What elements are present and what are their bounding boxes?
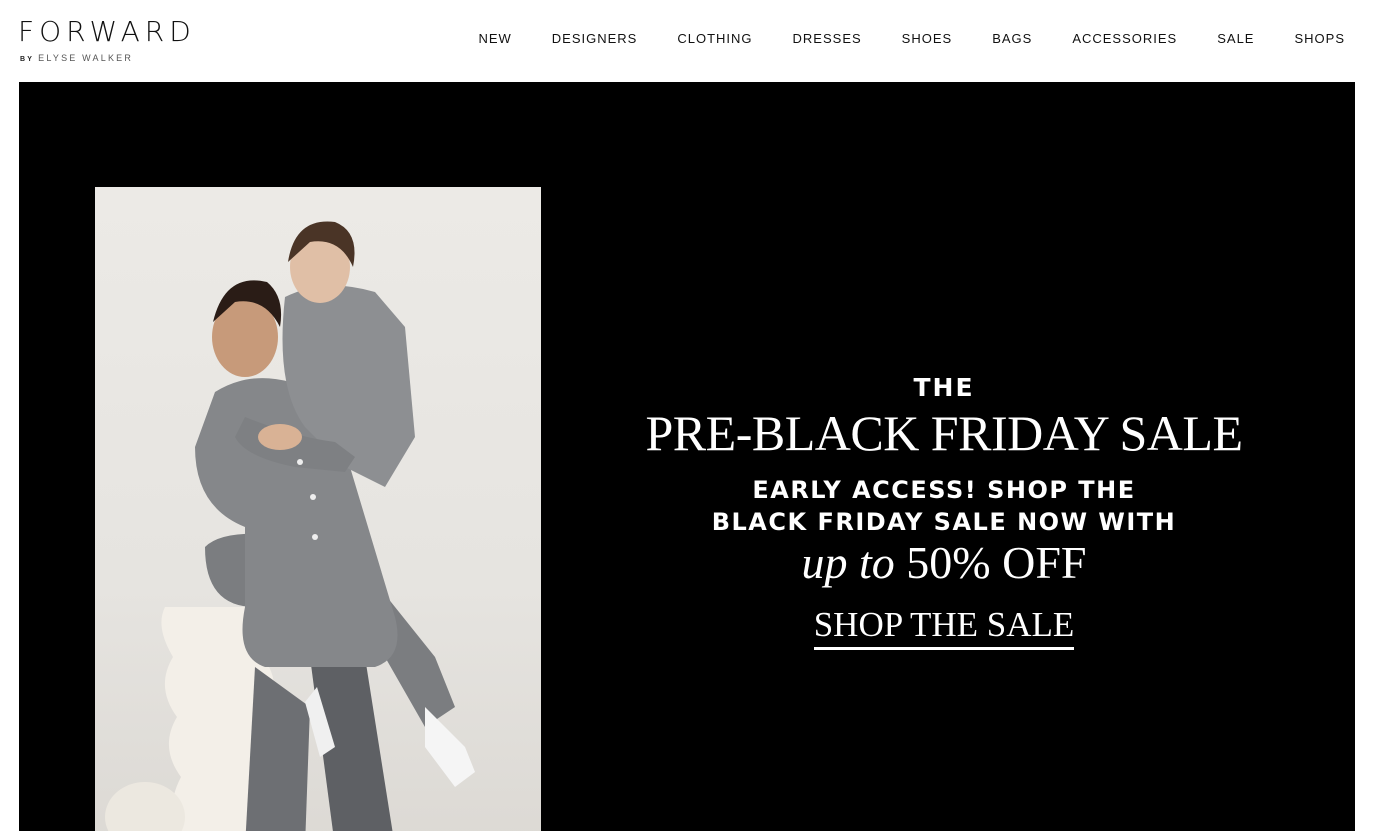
nav-item-dresses[interactable]: DRESSES: [773, 30, 882, 48]
nav-item-new[interactable]: NEW: [458, 30, 531, 48]
nav-item-shops[interactable]: SHOPS: [1274, 30, 1345, 48]
hero-photo-illustration: [105, 221, 475, 831]
hero-offer-prefix: up to: [801, 537, 895, 588]
logo-sub-name: ELYSE WALKER: [38, 53, 134, 63]
logo-by: BY: [20, 56, 35, 63]
hero-copy: THE PRE-BLACK FRIDAY SALE EARLY ACCESS! …: [594, 372, 1294, 650]
hero-photo[interactable]: [95, 187, 541, 831]
main-nav: NEW DESIGNERS CLOTHING DRESSES SHOES BAG…: [458, 30, 1345, 48]
nav-item-accessories[interactable]: ACCESSORIES: [1052, 30, 1197, 48]
hero-offer-value: 50% OFF: [906, 537, 1087, 588]
nav-item-sale[interactable]: SALE: [1197, 30, 1274, 48]
hero-banner[interactable]: THE PRE-BLACK FRIDAY SALE EARLY ACCESS! …: [19, 82, 1355, 831]
hero-subtitle-line-1: EARLY ACCESS! SHOP THE: [752, 476, 1136, 504]
brand-logo[interactable]: FORWARD BY ELYSE WALKER: [18, 16, 218, 68]
hero-title: PRE-BLACK FRIDAY SALE: [645, 405, 1244, 461]
nav-item-designers[interactable]: DESIGNERS: [532, 30, 658, 48]
nav-item-shoes[interactable]: SHOES: [882, 30, 973, 48]
hero-offer: up to 50% OFF: [594, 540, 1294, 586]
logo-subline: BY ELYSE WALKER: [20, 53, 133, 65]
site-header: FORWARD BY ELYSE WALKER NEW DESIGNERS CLO…: [0, 0, 1399, 82]
hero-pre-title: THE: [913, 373, 975, 402]
hero-subtitle-line-2: BLACK FRIDAY SALE NOW WITH: [711, 508, 1177, 536]
hero-subtitle: EARLY ACCESS! SHOP THE BLACK FRIDAY SALE…: [594, 474, 1294, 538]
nav-item-bags[interactable]: BAGS: [972, 30, 1052, 48]
nav-item-clothing[interactable]: CLOTHING: [657, 30, 772, 48]
logo-wordmark: FORWARD: [18, 15, 196, 48]
shop-the-sale-link[interactable]: SHOP THE SALE: [813, 606, 1075, 650]
